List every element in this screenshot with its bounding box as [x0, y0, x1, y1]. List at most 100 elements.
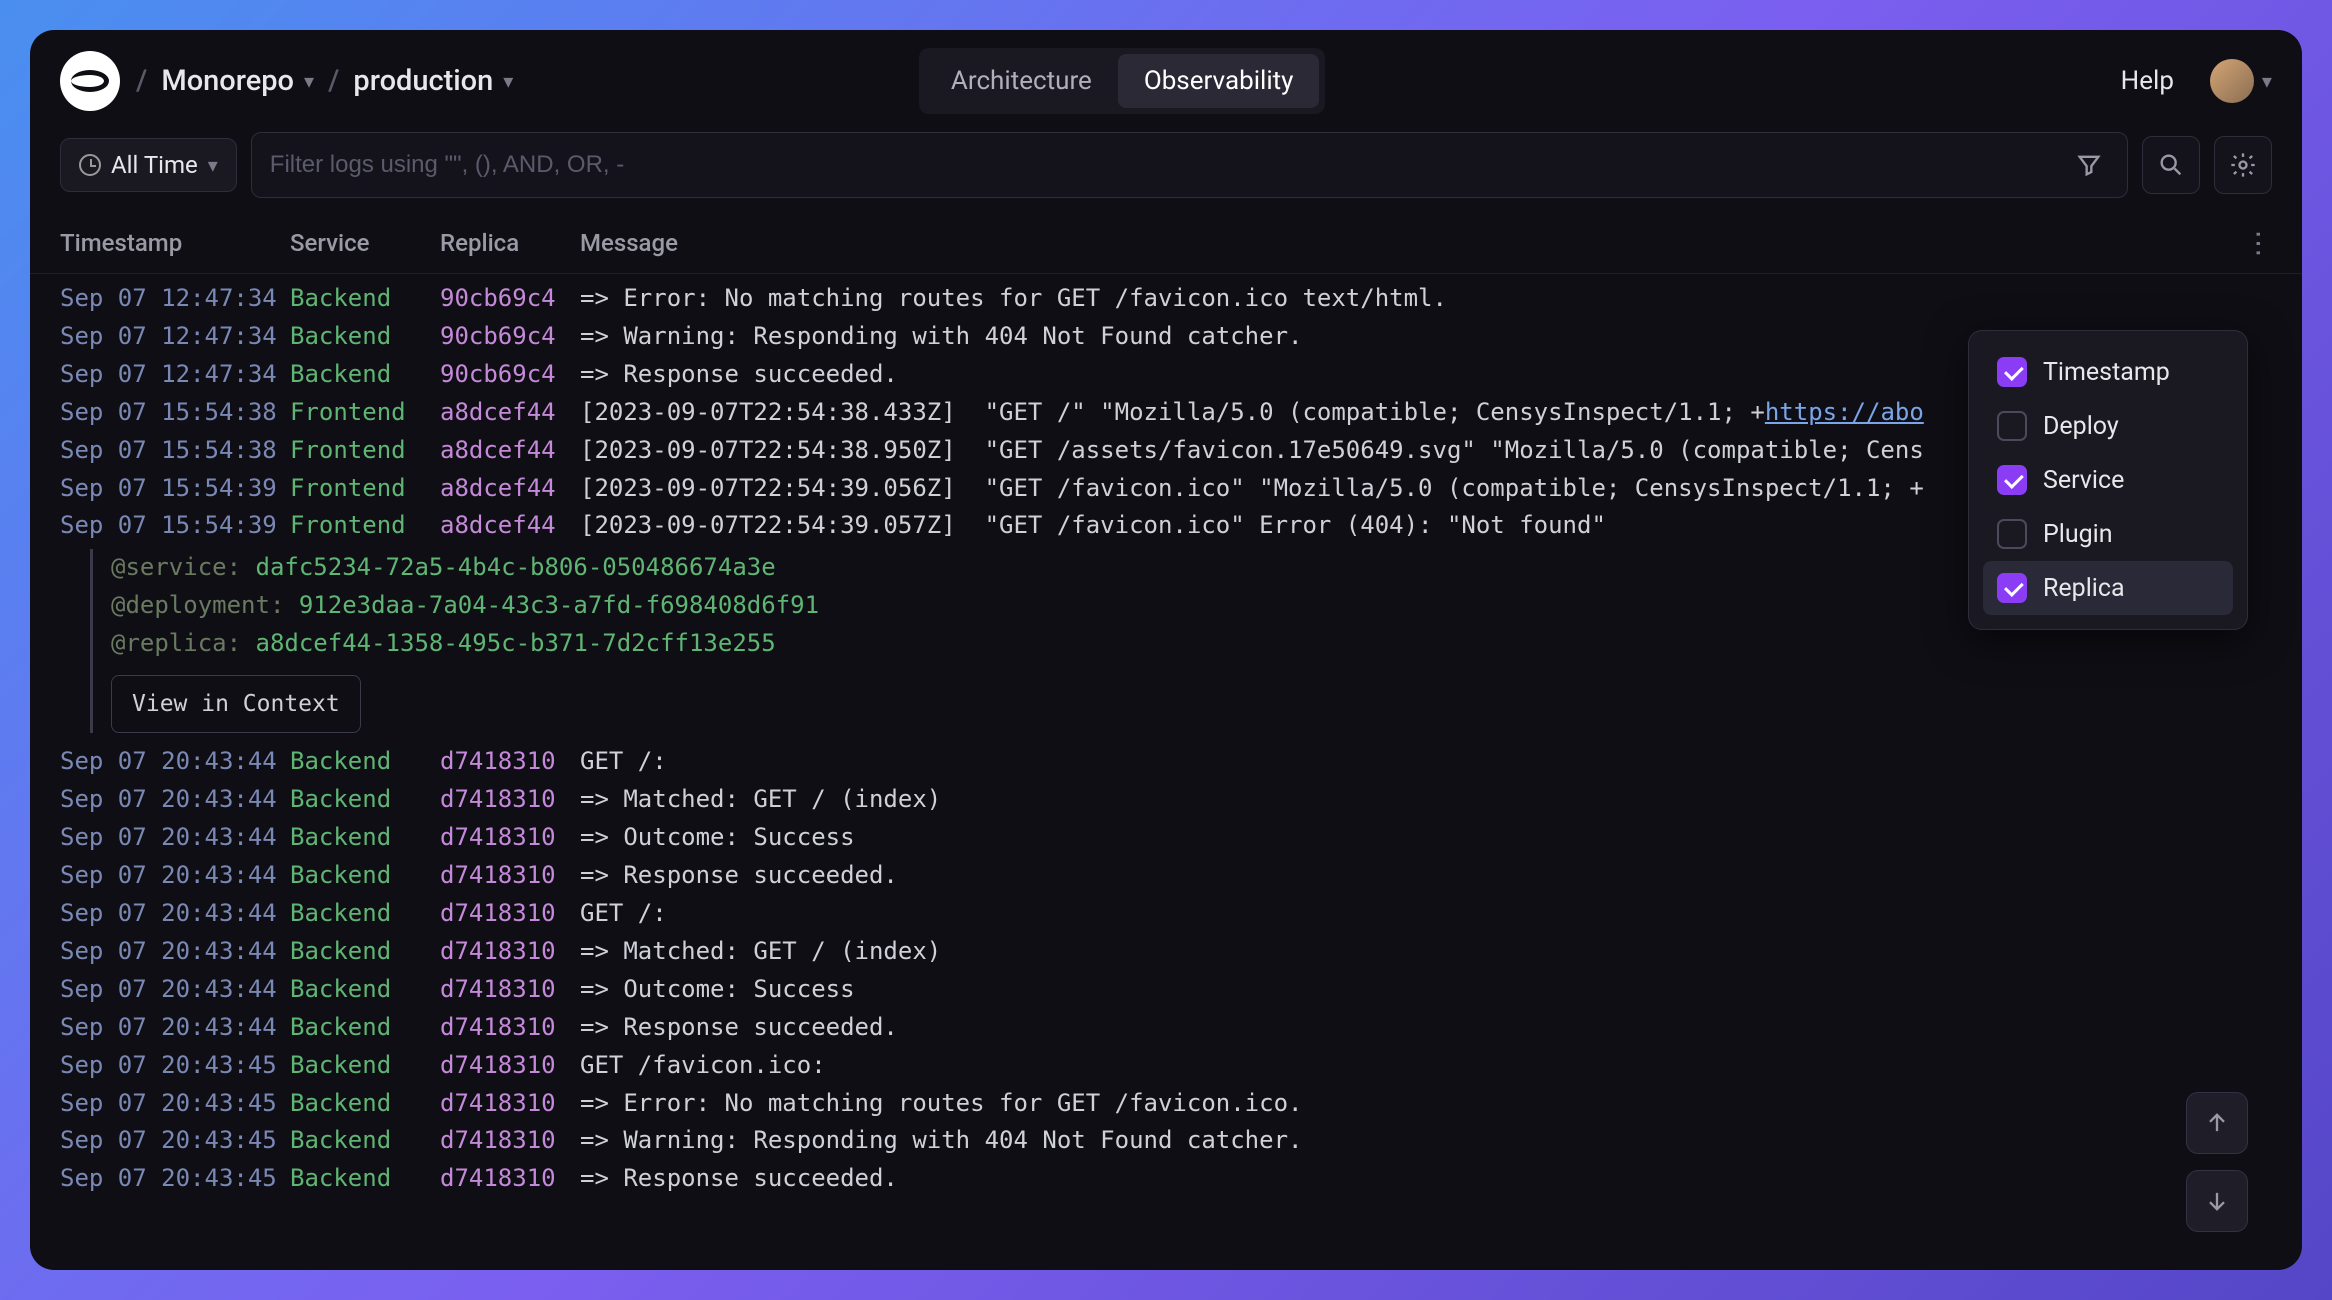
log-message: => Matched: GET / (index): [580, 933, 2272, 971]
column-options-button[interactable]: ⋯: [2243, 230, 2276, 256]
column-toggle-service[interactable]: Service: [1983, 453, 2233, 507]
log-table-header: Timestamp Service Replica Message ⋯: [30, 212, 2302, 274]
log-service: Backend: [290, 781, 440, 819]
log-replica: d7418310: [440, 1047, 580, 1085]
log-row[interactable]: Sep 07 15:54:39Frontenda8dcef44[2023-09-…: [60, 507, 2272, 545]
log-timestamp: Sep 07 20:43:45: [60, 1047, 290, 1085]
breadcrumb-env[interactable]: production ▾: [353, 64, 513, 98]
tab-architecture[interactable]: Architecture: [925, 54, 1118, 108]
settings-button[interactable]: [2214, 136, 2272, 194]
arrow-down-icon: [2203, 1187, 2231, 1215]
log-row[interactable]: Sep 07 15:54:39Frontenda8dcef44[2023-09-…: [60, 470, 2272, 508]
log-row[interactable]: Sep 07 12:47:34Backend90cb69c4=> Warning…: [60, 318, 2272, 356]
column-toggle-label: Timestamp: [2043, 358, 2170, 387]
log-filter-input[interactable]: [270, 151, 2069, 179]
log-timestamp: Sep 07 15:54:39: [60, 507, 290, 545]
meta-key: @replica:: [111, 629, 241, 657]
column-message: Message: [580, 229, 2246, 257]
log-row[interactable]: Sep 07 20:43:45Backendd7418310=> Respons…: [60, 1160, 2272, 1198]
column-toggle-label: Replica: [2043, 574, 2125, 603]
time-range-select[interactable]: All Time ▾: [60, 138, 237, 192]
log-replica: d7418310: [440, 1009, 580, 1047]
log-row[interactable]: Sep 07 20:43:45Backendd7418310GET /favic…: [60, 1047, 2272, 1085]
log-service: Backend: [290, 1047, 440, 1085]
arrow-up-icon: [2203, 1109, 2231, 1137]
log-row[interactable]: Sep 07 20:43:44Backendd7418310GET /:: [60, 895, 2272, 933]
log-replica: d7418310: [440, 819, 580, 857]
log-link[interactable]: https://abo: [1765, 398, 1924, 426]
topbar: / Monorepo ▾ / production ▾ Architecture…: [30, 30, 2302, 132]
checkbox-icon: [1997, 573, 2027, 603]
log-timestamp: Sep 07 20:43:44: [60, 781, 290, 819]
time-range-label: All Time: [111, 151, 198, 179]
log-replica: d7418310: [440, 971, 580, 1009]
column-toggle-replica[interactable]: Replica: [1983, 561, 2233, 615]
log-message: => Matched: GET / (index): [580, 781, 2272, 819]
log-body[interactable]: Sep 07 12:47:34Backend90cb69c4=> Error: …: [30, 274, 2302, 1270]
log-message: => Error: No matching routes for GET /fa…: [580, 1085, 2272, 1123]
help-link[interactable]: Help: [2121, 66, 2174, 96]
log-service: Backend: [290, 1122, 440, 1160]
log-message: => Outcome: Success: [580, 819, 2272, 857]
log-message: => Outcome: Success: [580, 971, 2272, 1009]
log-replica: 90cb69c4: [440, 318, 580, 356]
column-timestamp: Timestamp: [60, 229, 290, 257]
chevron-down-icon: ▾: [208, 153, 218, 177]
main-tabs: Architecture Observability: [919, 48, 1326, 114]
log-message: => Response succeeded.: [580, 1009, 2272, 1047]
log-replica: a8dcef44: [440, 394, 580, 432]
search-icon: [2157, 151, 2185, 179]
meta-value: dafc5234-72a5-4b4c-b806-050486674a3e: [256, 553, 776, 581]
scroll-bottom-button[interactable]: [2186, 1170, 2248, 1232]
log-timestamp: Sep 07 20:43:45: [60, 1160, 290, 1198]
log-row[interactable]: Sep 07 20:43:44Backendd7418310=> Outcome…: [60, 819, 2272, 857]
column-toggle-timestamp[interactable]: Timestamp: [1983, 345, 2233, 399]
log-message: => Warning: Responding with 404 Not Foun…: [580, 1122, 2272, 1160]
meta-key: @service:: [111, 553, 241, 581]
log-row[interactable]: Sep 07 20:43:44Backendd7418310=> Respons…: [60, 857, 2272, 895]
breadcrumb-project[interactable]: Monorepo ▾: [161, 64, 314, 98]
log-replica: a8dcef44: [440, 432, 580, 470]
log-service: Backend: [290, 819, 440, 857]
log-replica: d7418310: [440, 781, 580, 819]
column-toggle-label: Plugin: [2043, 520, 2113, 549]
column-toggle-plugin[interactable]: Plugin: [1983, 507, 2233, 561]
log-row[interactable]: Sep 07 20:43:44Backendd7418310=> Matched…: [60, 781, 2272, 819]
breadcrumb-separator: /: [328, 64, 339, 98]
log-service: Backend: [290, 933, 440, 971]
log-service: Backend: [290, 280, 440, 318]
view-in-context-button[interactable]: View in Context: [111, 675, 361, 733]
log-row[interactable]: Sep 07 20:43:44Backendd7418310GET /:: [60, 743, 2272, 781]
log-timestamp: Sep 07 20:43:44: [60, 1009, 290, 1047]
log-row[interactable]: Sep 07 20:43:44Backendd7418310=> Respons…: [60, 1009, 2272, 1047]
log-replica: d7418310: [440, 857, 580, 895]
column-toggle-deploy[interactable]: Deploy: [1983, 399, 2233, 453]
log-row[interactable]: Sep 07 12:47:34Backend90cb69c4=> Error: …: [60, 280, 2272, 318]
scroll-top-button[interactable]: [2186, 1092, 2248, 1154]
log-replica: d7418310: [440, 895, 580, 933]
log-row[interactable]: Sep 07 20:43:44Backendd7418310=> Outcome…: [60, 971, 2272, 1009]
search-button[interactable]: [2142, 136, 2200, 194]
log-row[interactable]: Sep 07 12:47:34Backend90cb69c4=> Respons…: [60, 356, 2272, 394]
checkbox-icon: [1997, 357, 2027, 387]
tab-observability[interactable]: Observability: [1118, 54, 1320, 108]
chevron-down-icon: ▾: [503, 69, 513, 93]
log-row[interactable]: Sep 07 15:54:38Frontenda8dcef44[2023-09-…: [60, 432, 2272, 470]
column-service: Service: [290, 229, 440, 257]
log-message: => Error: No matching routes for GET /fa…: [580, 280, 2272, 318]
checkbox-icon: [1997, 465, 2027, 495]
user-menu[interactable]: ▾: [2210, 59, 2272, 103]
log-message: GET /:: [580, 743, 2272, 781]
log-row[interactable]: Sep 07 20:43:45Backendd7418310=> Error: …: [60, 1085, 2272, 1123]
log-service: Frontend: [290, 432, 440, 470]
log-replica: a8dcef44: [440, 507, 580, 545]
log-service: Backend: [290, 857, 440, 895]
app-logo[interactable]: [60, 51, 120, 111]
log-row[interactable]: Sep 07 20:43:44Backendd7418310=> Matched…: [60, 933, 2272, 971]
log-row[interactable]: Sep 07 15:54:38Frontenda8dcef44[2023-09-…: [60, 394, 2272, 432]
chevron-down-icon: ▾: [2262, 69, 2272, 93]
filter-icon-button[interactable]: [2069, 145, 2109, 185]
log-row[interactable]: Sep 07 20:43:45Backendd7418310=> Warning…: [60, 1122, 2272, 1160]
column-toggle-label: Service: [2043, 466, 2124, 495]
log-message: GET /:: [580, 895, 2272, 933]
